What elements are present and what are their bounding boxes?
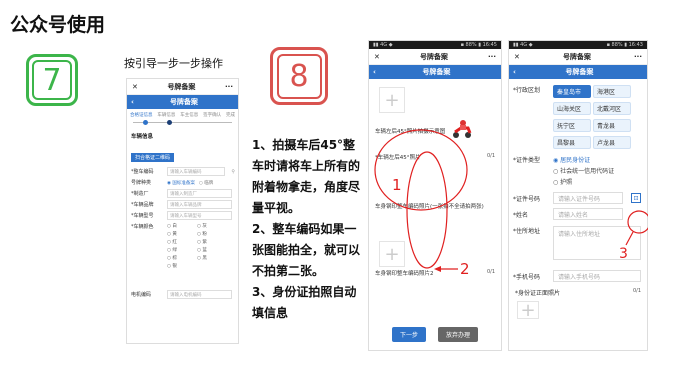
step-7-badge: 7 [26, 54, 78, 106]
red-annotation-3 [625, 210, 648, 246]
color-option[interactable]: ○ 蓝 [197, 247, 227, 253]
field-row: *制造厂 请输入制造厂 [127, 188, 238, 199]
annotation-1: 1 [392, 176, 402, 194]
instruction-3: 3、身份证拍照自动填信息 [252, 285, 357, 320]
manufacturer-input[interactable]: 请输入制造厂 [167, 189, 232, 198]
color-option[interactable]: ○ 黄 [167, 231, 197, 237]
field-row: 号牌种类 ◉ 国标准备案 ○ 临牌 [131, 180, 214, 186]
color-row: *车辆颜色 ○ 白 ○ 灰 ○ 黄 ○ 粉 ○ 红 ○ 紫 ○ 绿 ○ 蓝 ○ … [127, 221, 238, 281]
color-option[interactable]: ○ 紫 [197, 239, 227, 245]
step-label: 签字确认 [203, 113, 222, 118]
color-option[interactable]: ○ 绿 [167, 247, 197, 253]
motor-input[interactable]: 请输入电机编码 [167, 290, 232, 299]
step-progress: 合格证信息 车辆信息 车主信息 签字确认 完成 [127, 109, 238, 118]
color-option[interactable]: ○ 灰 [197, 223, 227, 229]
header-title: 号牌备案 [167, 82, 196, 91]
plate-option[interactable]: ○ 临牌 [199, 180, 213, 186]
color-option[interactable]: ○ 棕 [167, 255, 197, 261]
color-option[interactable]: ○ 红 [167, 239, 197, 245]
step-7-caption: 按引导一步一步操作 [124, 57, 223, 70]
model-input[interactable]: 请输入车辆型号 [167, 211, 232, 220]
step-label: 车主信息 [180, 113, 199, 118]
plate-option[interactable]: ◉ 国标准备案 [167, 180, 195, 186]
step-7-number: 7 [32, 60, 72, 100]
color-option[interactable]: ○ 粉 [197, 231, 227, 237]
instructions: 1、拍摄车后45°整车时请将车上所有的附着物拿走，角度尽量平视。 2、整车编码如… [252, 135, 364, 324]
more-icon[interactable]: ··· [225, 83, 233, 91]
color-option[interactable]: ○ 白 [167, 223, 197, 229]
step-label: 完成 [226, 113, 235, 118]
field-row: *整车编码 请输入车辆编码 ⚲ [131, 167, 235, 176]
vin-input[interactable]: 请输入车辆编码 [167, 167, 226, 176]
nav-title: 号牌备案 [169, 98, 198, 106]
field-row: 电机编码 请输入电机编码 [127, 289, 238, 300]
step-8-badge: 8 [270, 47, 328, 105]
field-row: *车辆型号 请输入车辆型号 [127, 210, 238, 221]
brand-input[interactable]: 请输入车辆品牌 [167, 200, 232, 209]
field-row: *车辆品牌 请输入车辆品牌 [127, 199, 238, 210]
phone-screenshot-1: ✕ 号牌备案 ··· ‹ 号牌备案 合格证信息 车辆信息 车主信息 签字确认 完成 车… [126, 78, 239, 344]
instruction-1: 1、拍摄车后45°整车时请将车上所有的附着物拿走，角度尽量平视。 [252, 138, 361, 215]
red-annotations [374, 129, 468, 272]
step-label: 合格证信息 [130, 113, 153, 118]
color-options: ○ 白 ○ 灰 ○ 黄 ○ 粉 ○ 红 ○ 紫 ○ 绿 ○ 蓝 ○ 棕 ○ 黑 … [167, 223, 227, 269]
section-title: 车辆信息 [131, 134, 154, 140]
instruction-2: 2、整车编码如果一张图能拍全，就可以不拍第二张。 [252, 222, 361, 278]
scan-qr-button[interactable]: 扫合格证二维码 [131, 153, 175, 162]
slide-title: 公众号使用 [10, 14, 106, 36]
color-option[interactable]: ○ 黑 [197, 255, 227, 261]
step-label: 车辆信息 [157, 113, 176, 118]
progress-line [133, 120, 232, 126]
search-icon[interactable]: ⚲ [231, 169, 235, 175]
color-option[interactable]: ○ 银 [167, 263, 197, 269]
close-icon[interactable]: ✕ [132, 83, 138, 91]
annotation-2: 2 [460, 260, 470, 278]
step-8-number: 8 [276, 53, 322, 99]
annotation-3: 3 [619, 246, 628, 262]
